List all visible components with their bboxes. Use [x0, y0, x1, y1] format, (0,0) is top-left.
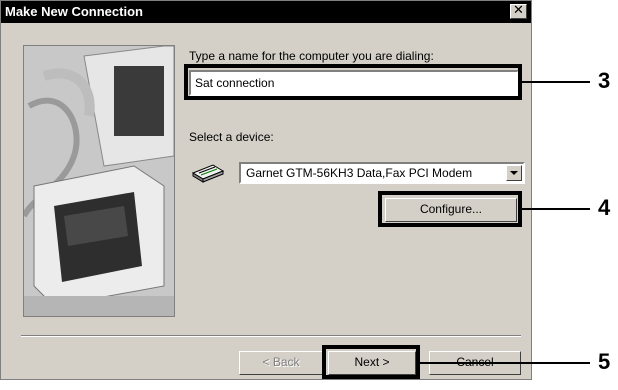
close-button[interactable]: ✕ [510, 3, 527, 19]
configure-highlight [378, 191, 522, 227]
callout-line-4 [522, 208, 590, 210]
computer-illustration-icon [24, 46, 174, 316]
title-bar[interactable]: Make New Connection ✕ [1, 1, 531, 23]
callout-line-3 [522, 81, 590, 83]
name-field-label: Type a name for the computer you are dia… [189, 49, 434, 63]
close-icon: ✕ [513, 3, 524, 18]
device-select[interactable]: Garnet GTM-56KH3 Data,Fax PCI Modem [239, 162, 525, 184]
next-highlight [322, 345, 420, 379]
make-new-connection-dialog: Make New Connection ✕ Type a name for th… [0, 0, 532, 380]
callout-number-3: 3 [598, 68, 611, 93]
modem-icon [191, 164, 225, 183]
computer-illustration [23, 45, 175, 317]
callout-line-5 [420, 362, 590, 364]
chevron-down-icon[interactable] [506, 165, 522, 181]
callout-number-5: 5 [598, 349, 611, 374]
callout-number-4: 4 [598, 195, 611, 220]
back-button[interactable]: < Back [239, 351, 323, 375]
name-field-highlight [184, 64, 522, 100]
device-label: Select a device: [189, 130, 274, 144]
separator [21, 335, 521, 337]
window-title: Make New Connection [5, 4, 143, 19]
device-select-value: Garnet GTM-56KH3 Data,Fax PCI Modem [246, 166, 473, 180]
back-button-label: < Back [262, 355, 300, 369]
